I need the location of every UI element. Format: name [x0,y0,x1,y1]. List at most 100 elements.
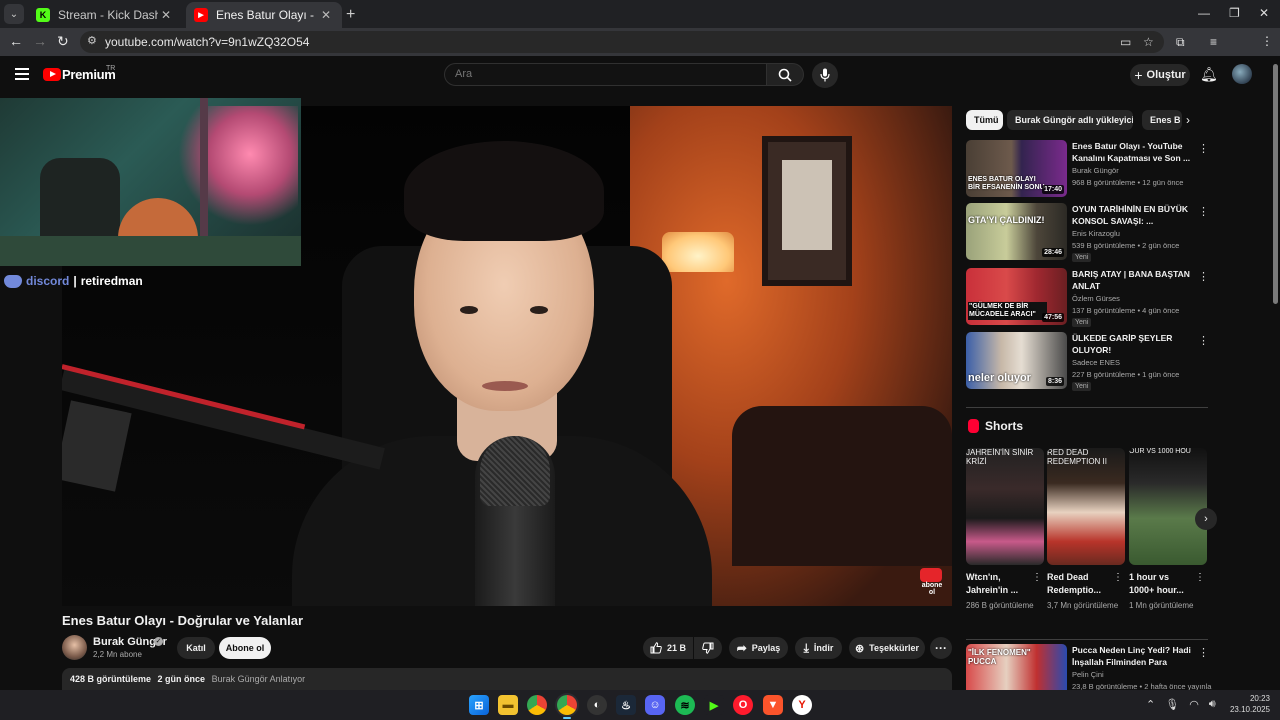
menu-kebab-icon[interactable]: ⋮ [1261,34,1273,48]
recommended-video[interactable]: "GÜLMEK DE BİR MÜCADELE ARACI" 47:56 BAR… [966,268,1212,328]
more-actions-button[interactable]: ··· [930,637,952,659]
thumbnail-caption: JAHREİN'İN SİNİR KRİZİ [966,448,1034,466]
channel-name: Pelin Çini [1072,670,1104,679]
more-vertical-icon[interactable]: ⋮ [1032,572,1042,583]
opera-icon[interactable]: O [733,695,753,715]
page-scrollbar[interactable] [1271,58,1280,690]
back-icon[interactable]: ← [9,33,23,49]
more-vertical-icon[interactable]: ⋮ [1198,142,1209,155]
new-tab-button[interactable]: + [346,6,355,24]
cast-icon[interactable]: ▭ [1120,35,1131,49]
wifi-icon[interactable]: ◠ [1189,698,1199,711]
short-thumbnail[interactable]: OUR VS 1000 HOU [1129,448,1207,565]
account-avatar[interactable] [1232,64,1252,84]
youtube-logo-icon[interactable] [43,68,61,81]
discord-username: retiredman [80,274,143,288]
video-thumbnail[interactable]: "GÜLMEK DE BİR MÜCADELE ARACI" 47:56 [966,268,1067,325]
chip-from-uploader[interactable]: Burak Güngör adlı yükleyiciden [1007,110,1133,130]
more-vertical-icon[interactable]: ⋮ [1195,572,1205,583]
channel-name: Enis Kirazoglu [1072,229,1120,238]
close-icon[interactable]: ✕ [158,8,174,22]
chrome-icon[interactable] [527,695,547,715]
more-vertical-icon[interactable]: ⋮ [1198,646,1209,659]
video-meta: 137 B görüntüleme • 4 gün önce [1072,306,1180,315]
short-item[interactable]: JAHREİN'İN SİNİR KRİZİ Wtcn'ın, Jahrein'… [966,448,1044,612]
join-button[interactable]: Katıl [177,637,215,659]
notifications-bell-icon[interactable]: 🔔︎ [1200,66,1218,83]
voice-search-button[interactable] [812,62,838,88]
yandex-icon[interactable]: Y [792,695,812,715]
scrollbar-thumb[interactable] [1273,64,1278,304]
microphone-icon [820,68,830,82]
site-info-icon[interactable]: ⚙ [87,34,97,47]
file-explorer-icon[interactable]: ▬ [498,695,518,715]
more-vertical-icon[interactable]: ⋮ [1198,270,1209,283]
facecam-light [178,106,298,226]
close-icon[interactable]: ✕ [318,8,334,22]
volume-icon[interactable]: 🔊︎ [1209,698,1216,711]
more-vertical-icon[interactable]: ⋮ [1113,572,1123,583]
windows-start-icon[interactable]: ⊞ [469,695,489,715]
chip-enes-batur[interactable]: Enes B [1142,110,1182,130]
thumbs-down-icon [702,642,714,654]
close-window-icon[interactable]: ✕ [1259,6,1269,20]
like-button[interactable]: 21 B [643,637,693,659]
short-item[interactable]: RED DEAD REDEMPTION II Red Dead Redempti… [1047,448,1125,612]
video-thumbnail[interactable]: ENES BATUR OLAYI BİR EFSANENİN SONU 17:4… [966,140,1067,197]
video-frame-microphone-head [480,436,550,506]
more-vertical-icon[interactable]: ⋮ [1198,334,1209,347]
short-thumbnail[interactable]: JAHREİN'İN SİNİR KRİZİ [966,448,1044,565]
recommended-video[interactable]: GTA'YI ÇALDINIZ! 28:46 OYUN TARİHİNİN EN… [966,203,1212,263]
search-input[interactable] [455,68,755,80]
bookmark-star-icon[interactable]: ☆ [1143,35,1154,49]
subscribe-watermark-badge[interactable]: abone ol [920,568,944,596]
share-button[interactable]: ➦ Paylaş [729,637,788,659]
description-box[interactable]: 428 B görüntüleme 2 gün önce Burak Güngö… [62,668,952,690]
brave-icon[interactable]: ▼ [763,695,783,715]
kick-app-icon[interactable]: ▶ [704,695,724,715]
tab-search-button[interactable]: ⌄ [4,4,24,24]
spotify-icon[interactable]: ≋ [675,695,695,715]
reading-list-icon[interactable]: ≡ [1210,35,1217,49]
subscribe-button[interactable]: Abone ol [219,637,271,659]
system-clock[interactable]: 20:23 23.10.2025 [1224,693,1270,715]
chrome-profile-icon[interactable]: ◐ [587,695,607,715]
browser-tab-youtube[interactable]: ▶ Enes Batur Olayı - Doğrular ve Yalanla… [186,2,342,28]
hamburger-menu-icon[interactable] [15,68,29,80]
forward-icon[interactable]: → [33,33,47,49]
microphone-icon[interactable]: 🎙︎ [1165,698,1179,711]
chrome-active-icon[interactable] [557,695,577,715]
tab-title: Stream - Kick Dashboard [58,8,158,22]
recommended-video[interactable]: neler oluyor 8:36 ÜLKEDE GARİP ŞEYLER OL… [966,332,1212,392]
dislike-button[interactable] [694,637,722,659]
recommended-video[interactable]: ENES BATUR OLAYI BİR EFSANENİN SONU 17:4… [966,140,1212,200]
thanks-button[interactable]: ⊛ Teşekkürler [849,637,925,659]
extensions-icon[interactable]: ⧉ [1176,35,1185,50]
short-item[interactable]: OUR VS 1000 HOU 1 hour vs 1000+ hour... … [1129,448,1207,612]
restore-icon[interactable]: ❐ [1229,6,1240,20]
reload-icon[interactable]: ↻ [57,33,69,50]
discord-icon[interactable]: ☺ [645,695,665,715]
steam-icon[interactable]: ♨ [616,695,636,715]
chip-all[interactable]: Tümü [966,110,1003,130]
short-thumbnail[interactable]: RED DEAD REDEMPTION II [1047,448,1125,565]
chevron-right-icon[interactable]: › [1195,508,1217,530]
create-button[interactable]: + Oluştur [1130,64,1190,86]
verified-check-icon: ✓ [154,637,163,646]
video-thumbnail[interactable]: neler oluyor 8:36 [966,332,1067,389]
address-bar[interactable]: ⚙ youtube.com/watch?v=9n1wZQ32O54 ▭ ☆ [80,31,1164,53]
chevron-up-icon[interactable]: ⌃ [1146,698,1155,711]
channel-avatar[interactable] [62,635,87,660]
chevron-right-icon[interactable]: › [1186,113,1190,127]
video-title: ÜLKEDE GARİP ŞEYLER OLUYOR! [1072,333,1173,355]
video-thumbnail[interactable]: GTA'YI ÇALDINIZ! 28:46 [966,203,1067,260]
download-button[interactable]: ⤓ İndir [795,637,842,659]
search-button[interactable] [766,63,804,86]
search-box[interactable] [444,63,767,86]
thumbnail-caption: OUR VS 1000 HOU [1129,448,1191,455]
video-thumbnail[interactable]: "İLK FENOMEN" PUCCA [966,644,1067,690]
minimize-icon[interactable]: — [1198,6,1210,20]
more-vertical-icon[interactable]: ⋮ [1198,205,1209,218]
recommended-video[interactable]: "İLK FENOMEN" PUCCA Pucca Neden Linç Yed… [966,644,1212,690]
browser-tab-kick[interactable]: K Stream - Kick Dashboard ✕ [28,2,182,28]
